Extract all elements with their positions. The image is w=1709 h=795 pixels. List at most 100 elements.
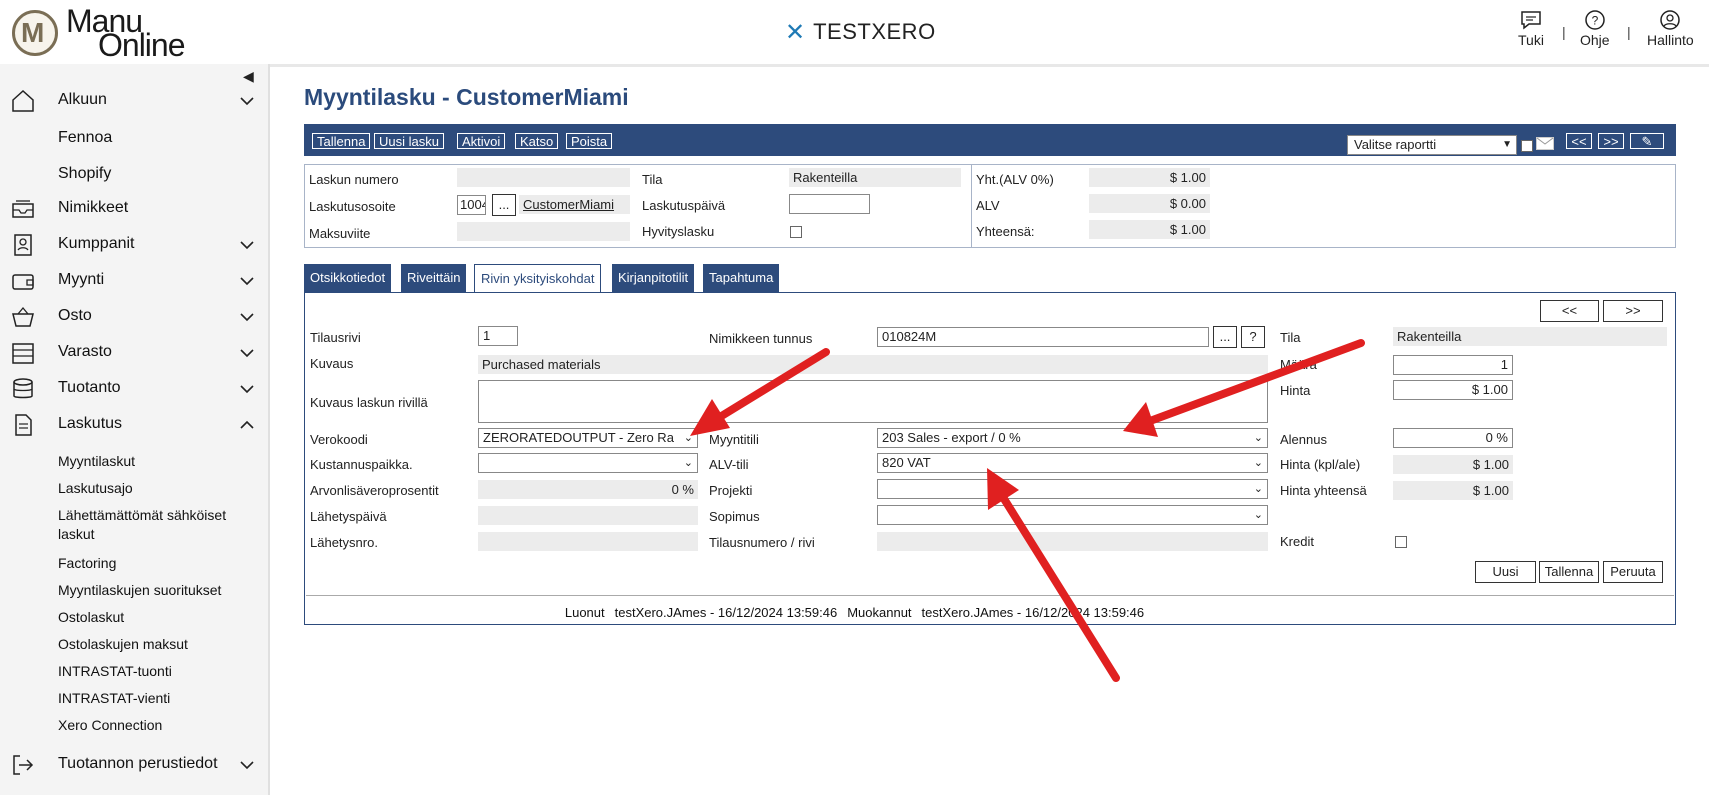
status-field: Rakenteilla bbox=[789, 168, 961, 187]
delete-button[interactable]: Poista bbox=[566, 133, 613, 149]
next-row-button[interactable]: >> bbox=[1603, 300, 1663, 322]
item-code-input[interactable]: 010824M bbox=[877, 327, 1209, 347]
new-invoice-button[interactable]: Uusi lasku bbox=[374, 133, 444, 149]
created-label: Luonut bbox=[564, 605, 605, 620]
logo-mark-icon: M bbox=[12, 10, 58, 56]
description-label: Kuvaus bbox=[310, 356, 354, 371]
quantity-input[interactable]: 1 bbox=[1393, 355, 1513, 375]
sidebar-subitem-factoring[interactable]: Factoring bbox=[58, 554, 258, 573]
sidebar-item-kumppanit[interactable]: Kumppanit bbox=[0, 230, 268, 260]
report-checkbox[interactable] bbox=[1521, 140, 1533, 152]
discount-input[interactable]: 0 % bbox=[1393, 428, 1513, 448]
sidebar-subitem-myyntilaskut[interactable]: Myyntilaskut bbox=[58, 452, 258, 471]
report-select[interactable]: Valitse raportti ▼ bbox=[1347, 135, 1517, 155]
save-button[interactable]: Tallenna bbox=[312, 133, 371, 149]
next-invoice-button[interactable]: >> bbox=[1598, 133, 1624, 149]
invoice-row-description-label: Kuvaus laskun rivillä bbox=[310, 395, 428, 410]
cost-center-select[interactable]: ⌄ bbox=[478, 453, 698, 473]
chevron-down-icon: ⌄ bbox=[683, 457, 693, 469]
chevron-down-icon[interactable] bbox=[238, 236, 256, 254]
sidebar-item-osto[interactable]: Osto bbox=[0, 302, 268, 332]
sidebar-item-shopify[interactable]: Shopify bbox=[58, 165, 111, 183]
credit-checkbox[interactable] bbox=[1395, 536, 1407, 548]
billing-address-label: Laskutusosoite bbox=[309, 199, 396, 214]
sales-account-select[interactable]: 203 Sales - export / 0 % ⌄ bbox=[877, 428, 1268, 448]
sidebar-subitem-intrastat-tuonti[interactable]: INTRASTAT-tuonti bbox=[58, 662, 258, 681]
invoice-row-description-textarea[interactable] bbox=[478, 380, 1268, 423]
sidebar-subitem-xero-connection[interactable]: Xero Connection bbox=[58, 716, 258, 735]
cancel-row-button[interactable]: Peruuta bbox=[1603, 561, 1663, 583]
vat-account-select[interactable]: 820 VAT ⌄ bbox=[877, 453, 1268, 473]
invoice-number-field bbox=[457, 168, 630, 187]
price-input[interactable]: $ 1.00 bbox=[1393, 380, 1513, 400]
save-row-button[interactable]: Tallenna bbox=[1539, 561, 1599, 583]
sidebar-subitem-lahettamattomat[interactable]: Lähettämättömät sähköiset laskut bbox=[58, 506, 258, 544]
sidebar-item-laskutus[interactable]: Laskutus bbox=[0, 410, 268, 440]
chevron-down-icon[interactable] bbox=[238, 272, 256, 290]
tab-otsikkotiedot[interactable]: Otsikkotiedot bbox=[304, 264, 392, 292]
sidebar-item-myynti[interactable]: Myynti bbox=[0, 266, 268, 296]
tax-code-select[interactable]: ZERORATEDOUTPUT - Zero Ra ⌄ bbox=[478, 428, 698, 448]
attachment-button[interactable]: ✎ bbox=[1630, 133, 1664, 149]
total-value: $ 1.00 bbox=[1089, 220, 1210, 239]
item-code-help-button[interactable]: ? bbox=[1241, 326, 1265, 348]
chevron-down-icon[interactable] bbox=[238, 308, 256, 326]
tab-riveittain[interactable]: Riveittäin bbox=[401, 264, 467, 292]
project-select[interactable]: ⌄ bbox=[877, 479, 1268, 499]
sidebar-subitem-suoritukset[interactable]: Myyntilaskujen suoritukset bbox=[58, 581, 258, 600]
sidebar-item-nimikkeet[interactable]: Nimikkeet bbox=[0, 194, 268, 224]
contract-select[interactable]: ⌄ bbox=[877, 505, 1268, 525]
item-code-browse-button[interactable]: ... bbox=[1213, 326, 1237, 348]
sidebar-item-fennoa[interactable]: Fennoa bbox=[58, 129, 112, 147]
home-icon bbox=[12, 89, 34, 112]
view-button[interactable]: Katso bbox=[515, 133, 559, 149]
invoice-number-label: Laskun numero bbox=[309, 172, 399, 187]
unit-price-field: $ 1.00 bbox=[1393, 455, 1513, 474]
credit-note-checkbox[interactable] bbox=[790, 226, 802, 238]
sidebar-subitem-laskutusajo[interactable]: Laskutusajo bbox=[58, 479, 258, 498]
sales-account-value: 203 Sales - export / 0 % bbox=[882, 430, 1021, 445]
chevron-down-icon[interactable] bbox=[238, 92, 256, 110]
sidebar-item-tuotanto[interactable]: Tuotanto bbox=[0, 374, 268, 404]
email-icon[interactable] bbox=[1536, 137, 1554, 150]
chevron-up-icon[interactable] bbox=[238, 416, 256, 434]
help-label: Ohje bbox=[1580, 32, 1610, 48]
sidebar-item-alkuun[interactable]: Alkuun bbox=[0, 86, 268, 116]
invoice-date-input[interactable] bbox=[789, 194, 870, 214]
new-row-button[interactable]: Uusi bbox=[1475, 561, 1536, 583]
activate-button[interactable]: Aktivoi bbox=[457, 133, 506, 149]
manu-online-logo[interactable]: M Manu Online bbox=[10, 5, 210, 61]
collapse-sidebar-icon[interactable]: ◀ bbox=[243, 68, 254, 85]
sidebar-item-label: Laskutus bbox=[58, 415, 123, 432]
chevron-down-icon[interactable] bbox=[238, 380, 256, 398]
cost-center-label: Kustannuspaikka. bbox=[310, 457, 413, 472]
chat-icon bbox=[1521, 11, 1541, 30]
billing-address-browse-button[interactable]: ... bbox=[492, 194, 516, 216]
chevron-down-icon[interactable] bbox=[238, 344, 256, 362]
chevron-down-icon[interactable] bbox=[238, 756, 256, 774]
sidebar-item-varasto[interactable]: Varasto bbox=[0, 338, 268, 368]
xero-icon: ✕ bbox=[785, 18, 806, 46]
order-row-input[interactable]: 1 bbox=[478, 326, 518, 346]
prev-row-button[interactable]: << bbox=[1540, 300, 1599, 322]
sidebar-subitem-ostolaskujen-maksut[interactable]: Ostolaskujen maksut bbox=[58, 635, 258, 654]
admin-link[interactable]: Hallinto bbox=[1647, 10, 1694, 48]
help-link[interactable]: ? Ohje bbox=[1580, 10, 1610, 48]
paperclip-icon: ✎ bbox=[1641, 134, 1653, 149]
svg-text:?: ? bbox=[1591, 14, 1598, 28]
sidebar-item-tuotannon-perustiedot[interactable]: Tuotannon perustiedot bbox=[0, 750, 268, 780]
inbox-icon bbox=[12, 200, 34, 218]
customer-link[interactable]: CustomerMiami bbox=[519, 195, 630, 214]
subtotal-label: Yht.(ALV 0%) bbox=[976, 172, 1054, 187]
discount-label: Alennus bbox=[1280, 432, 1327, 447]
tab-kirjanpitotilit[interactable]: Kirjanpitotilit bbox=[612, 264, 695, 292]
billing-address-code-input[interactable]: 1004 bbox=[457, 195, 486, 215]
tab-tapahtuma[interactable]: Tapahtuma bbox=[703, 264, 780, 292]
separator: | bbox=[1627, 24, 1631, 40]
sidebar-subitem-intrastat-vienti[interactable]: INTRASTAT-vienti bbox=[58, 689, 258, 708]
support-link[interactable]: Tuki bbox=[1518, 10, 1544, 48]
user-icon bbox=[1660, 10, 1681, 30]
sidebar: ◀ Alkuun Fennoa Shopify Nimikkeet Kumppa… bbox=[0, 64, 270, 795]
tab-rivin-yksityiskohdat[interactable]: Rivin yksityiskohdat bbox=[474, 264, 602, 293]
prev-invoice-button[interactable]: << bbox=[1566, 133, 1592, 149]
